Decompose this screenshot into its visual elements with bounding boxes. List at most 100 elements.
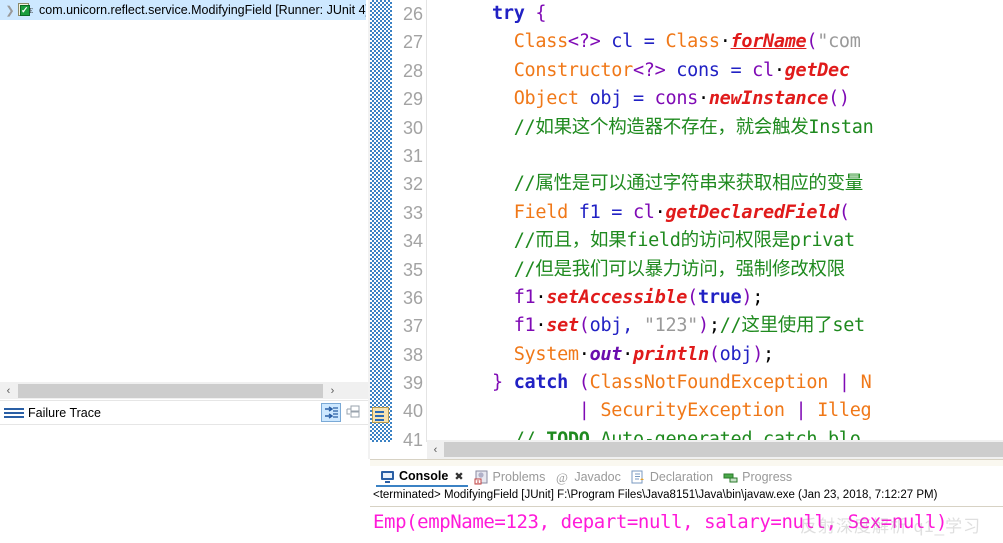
code-token: ( xyxy=(578,315,590,337)
code-token: cl xyxy=(632,201,655,223)
console-tab-declaration[interactable]: Declaration xyxy=(627,467,717,487)
close-icon[interactable]: ✖ xyxy=(454,470,463,483)
code-token: try xyxy=(492,3,525,24)
code-token: · xyxy=(773,59,785,81)
code-token: cl xyxy=(752,59,774,81)
code-token: · xyxy=(719,31,731,53)
line-number: 29 xyxy=(402,89,423,110)
console-tab-console[interactable]: Console ✖ xyxy=(376,467,468,487)
progress-icon xyxy=(723,470,738,485)
failure-trace-label: Failure Trace xyxy=(28,405,101,420)
code-line[interactable]: } catch (ClassNotFoundException | N xyxy=(427,369,1003,397)
junit-test-class-icon: ✓ E xyxy=(18,2,35,18)
code-line[interactable]: Object obj = cons·newInstance() xyxy=(427,85,1003,113)
scrollbar-thumb[interactable] xyxy=(444,442,1003,457)
code-line[interactable]: //但是我们可以暴力访问，强制修改权限 xyxy=(427,256,1003,284)
console-tab-label: Declaration xyxy=(649,470,714,484)
code-line[interactable]: f1·setAccessible(true); xyxy=(427,284,1003,312)
code-line[interactable]: //如果这个构造器不存在，就会触发Instan xyxy=(427,114,1003,142)
line-number: 34 xyxy=(402,231,423,252)
code-token: = xyxy=(643,31,655,53)
code-line[interactable]: try { xyxy=(427,0,1003,28)
console-tab-label: Console xyxy=(399,469,449,483)
failure-trace-toolbar xyxy=(321,403,370,422)
console-tab-javadoc[interactable]: @ Javadoc xyxy=(551,467,625,487)
code-line[interactable]: System·out·println(obj); xyxy=(427,341,1003,369)
code-line[interactable]: Constructor<?> cons = cl·getDec xyxy=(427,57,1003,85)
filter-stack-trace-button[interactable] xyxy=(321,403,341,422)
code-token: SecurityException xyxy=(600,400,785,422)
line-number: 36 xyxy=(402,287,423,308)
code-line[interactable]: //而且，如果field的访问权限是privat xyxy=(427,227,1003,255)
code-token: Object xyxy=(513,88,579,110)
console-tab-bar[interactable]: Console ✖ x Problems @ Javadoc Declaration Prog… xyxy=(370,466,1003,488)
scroll-right-arrow-icon[interactable]: › xyxy=(324,382,341,399)
code-token: //如果这个构造器不存在，就会触发Instan xyxy=(513,116,874,138)
junit-view: ❯ ✓ E com.unicorn.reflect.service.Modify… xyxy=(0,0,370,459)
code-line[interactable] xyxy=(427,142,1003,170)
code-token: () xyxy=(828,88,850,110)
code-line[interactable]: | SecurityException | Illeg xyxy=(427,397,1003,425)
maximize-button[interactable] xyxy=(344,403,364,422)
code-token: · xyxy=(578,343,590,365)
code-line[interactable]: Class<?> cl = Class·forName("com xyxy=(427,28,1003,56)
code-editor[interactable]: 26 27 28 29 30 31 32 33 34 35 36 37 38 39 40 41 try { C… xyxy=(370,0,1003,459)
console-tab-problems[interactable]: x Problems xyxy=(470,467,550,487)
code-token: "123" xyxy=(643,315,699,337)
code-line[interactable]: Field f1 = cl·getDeclaredField( xyxy=(427,199,1003,227)
console-output-text[interactable]: Emp(empName=123, depart=null, salary=nul… xyxy=(373,507,1003,543)
console-tab-label: Javadoc xyxy=(574,470,621,484)
junit-failure-trace-body xyxy=(0,424,370,459)
junit-test-tree[interactable]: ❯ ✓ E com.unicorn.reflect.service.Modify… xyxy=(0,0,370,382)
code-token: obj xyxy=(719,343,753,365)
code-token: ( xyxy=(687,286,698,308)
todo-task-marker-icon[interactable] xyxy=(372,407,389,423)
code-token: ; xyxy=(752,286,764,308)
code-token: N xyxy=(849,372,872,394)
code-token: Class xyxy=(513,31,569,53)
console-view: Console ✖ x Problems @ Javadoc Declaration Prog… xyxy=(370,459,1003,543)
code-token: getDeclaredField xyxy=(665,201,840,223)
junit-tree-horizontal-scrollbar[interactable]: ‹ › xyxy=(0,382,370,399)
code-token: = xyxy=(730,59,742,81)
code-token: getDec xyxy=(784,59,850,81)
chevron-right-icon[interactable]: ❯ xyxy=(2,0,18,20)
editor-marker-bar[interactable] xyxy=(370,0,392,442)
code-token: | xyxy=(838,372,850,394)
scrollbar-thumb[interactable] xyxy=(18,383,323,398)
line-number: 32 xyxy=(402,174,423,195)
editor-code-text[interactable]: try { Class<?> cl = Class·forName("com C… xyxy=(427,0,1003,442)
code-token: //而且，如果field的访问权限是privat xyxy=(513,230,855,252)
code-token: //属性是可以通过字符串来获取相应的变量 xyxy=(513,173,864,195)
code-token: ; xyxy=(763,343,774,365)
code-line[interactable]: //属性是可以通过字符串来获取相应的变量 xyxy=(427,170,1003,198)
code-token: ( xyxy=(806,31,818,53)
scroll-left-arrow-icon[interactable]: ‹ xyxy=(0,382,17,399)
line-number: 33 xyxy=(402,202,423,223)
problems-icon: x xyxy=(474,470,489,485)
code-line[interactable]: f1·set(obj, "123");//这里使用了set xyxy=(427,312,1003,340)
code-token: Class xyxy=(665,31,720,53)
line-number: 41 xyxy=(402,429,423,450)
code-token: ; xyxy=(708,315,720,337)
junit-tree-row[interactable]: ❯ ✓ E com.unicorn.reflect.service.Modify… xyxy=(0,0,366,20)
code-token: f1 xyxy=(567,201,612,223)
editor-horizontal-scrollbar[interactable]: ‹ xyxy=(427,440,1003,459)
console-tab-progress[interactable]: Progress xyxy=(719,467,796,487)
scroll-left-arrow-icon[interactable]: ‹ xyxy=(427,441,444,458)
